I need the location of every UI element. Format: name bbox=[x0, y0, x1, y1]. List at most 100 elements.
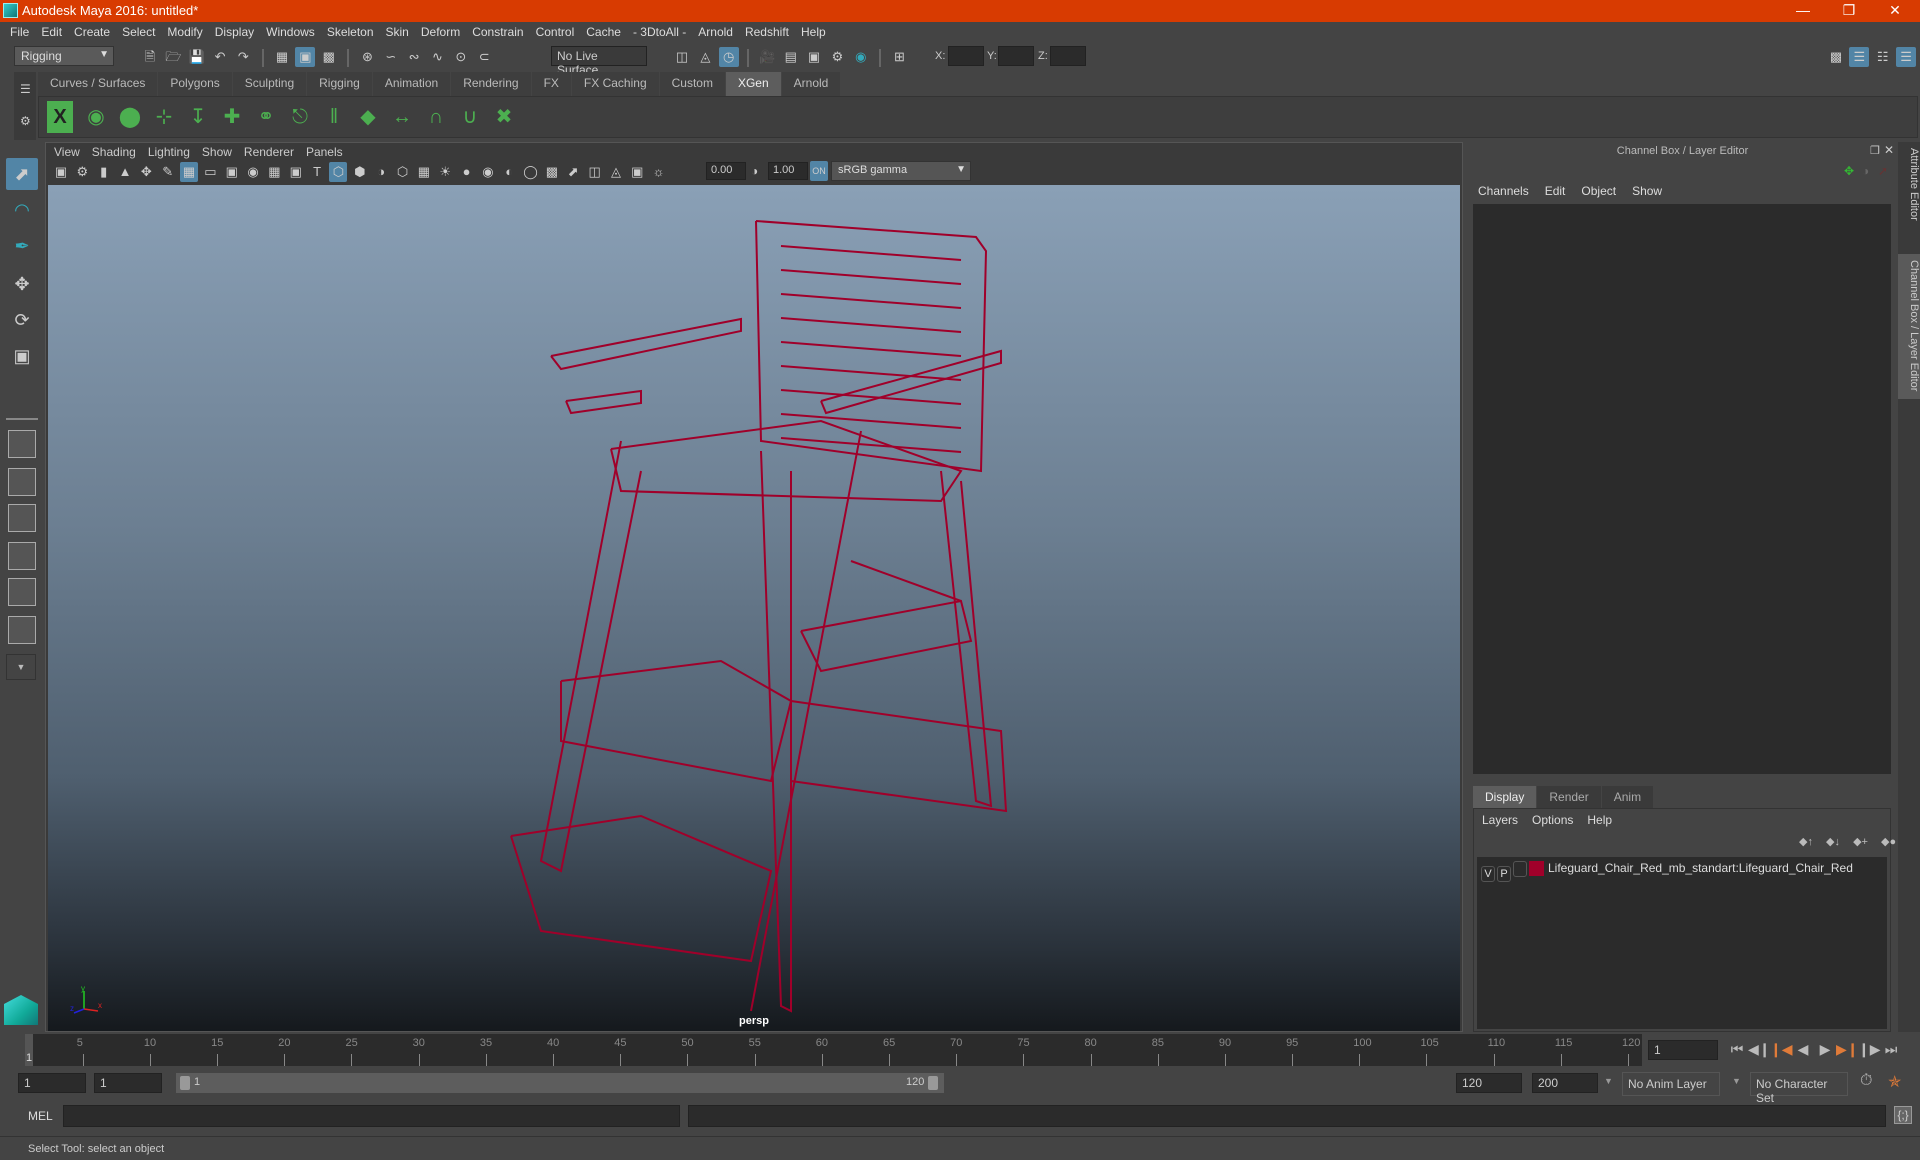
move-tool-icon[interactable]: ✥ bbox=[6, 268, 38, 300]
xray-joints-icon[interactable]: ◬ bbox=[607, 162, 625, 182]
menu-display[interactable]: Display bbox=[209, 22, 260, 43]
command-input[interactable] bbox=[63, 1105, 680, 1127]
grid-toggle-icon[interactable]: ▦ bbox=[180, 162, 199, 182]
wireframe-icon[interactable]: ⬡ bbox=[329, 162, 348, 182]
go-to-start-icon[interactable]: ⏮ bbox=[1726, 1039, 1748, 1059]
layers-menu[interactable]: Layers bbox=[1482, 813, 1526, 827]
help-menu[interactable]: Help bbox=[1587, 813, 1620, 827]
color-management-toggle-icon[interactable]: ON bbox=[810, 161, 828, 181]
exposure-icon[interactable]: ☼ bbox=[650, 162, 668, 182]
xray-components-icon[interactable]: ▣ bbox=[628, 162, 646, 182]
range-slider[interactable]: 1 120 bbox=[176, 1073, 944, 1093]
persp-graph-layout-icon[interactable] bbox=[8, 542, 36, 570]
command-language-label[interactable]: MEL bbox=[28, 1109, 53, 1123]
move-layer-up-icon[interactable]: ◆↑ bbox=[1799, 836, 1813, 848]
step-back-key-icon[interactable]: ❙◀ bbox=[1770, 1039, 1793, 1059]
menu-constrain[interactable]: Constrain bbox=[466, 22, 529, 43]
field-chart-icon[interactable]: ▦ bbox=[265, 162, 283, 182]
menu-modify[interactable]: Modify bbox=[161, 22, 208, 43]
select-guide-icon[interactable]: ⚭ bbox=[251, 101, 281, 133]
camera-attributes-icon[interactable]: ⚙ bbox=[73, 162, 91, 182]
channels-menu[interactable]: Channels bbox=[1470, 182, 1537, 200]
default-material-icon[interactable]: ◑ bbox=[372, 162, 390, 182]
edit-menu[interactable]: Edit bbox=[1537, 182, 1574, 200]
minimize-button[interactable]: — bbox=[1780, 0, 1826, 22]
flip-guides-icon[interactable]: ↔ bbox=[387, 101, 417, 133]
lights-icon[interactable]: ☀ bbox=[436, 162, 454, 182]
current-frame-field[interactable]: 1 bbox=[1648, 1040, 1718, 1060]
smooth-shade-icon[interactable]: ⬢ bbox=[351, 162, 369, 182]
menu-control[interactable]: Control bbox=[530, 22, 581, 43]
ipr-render-icon[interactable]: ▣ bbox=[804, 47, 824, 67]
hyper-icon[interactable]: ➚ bbox=[1878, 164, 1888, 178]
add-guides-icon[interactable]: ⊹ bbox=[149, 101, 179, 133]
range-end-handle[interactable] bbox=[928, 1076, 938, 1090]
attribute-editor-toggle-icon[interactable]: ☰ bbox=[1849, 47, 1870, 67]
options-menu[interactable]: Options bbox=[1532, 813, 1581, 827]
menu-deform[interactable]: Deform bbox=[415, 22, 466, 43]
layer-row[interactable]: V P Lifeguard_Chair_Red_mb_standart:Lifegu… bbox=[1481, 861, 1853, 882]
new-scene-icon[interactable]: 🗎 bbox=[140, 47, 160, 67]
safe-action-icon[interactable]: ▣ bbox=[287, 162, 305, 182]
select-hierarchy-icon[interactable]: ▦ bbox=[272, 47, 292, 67]
channel-box-tab[interactable]: Channel Box / Layer Editor bbox=[1898, 254, 1920, 399]
viewport-menu-renderer[interactable]: Renderer bbox=[238, 143, 300, 159]
shadows-icon[interactable]: ● bbox=[458, 162, 476, 182]
close-panel-icon[interactable]: ✕ bbox=[1884, 143, 1894, 157]
persp-uv-graph-layout-icon[interactable] bbox=[8, 616, 36, 644]
menu-skeleton[interactable]: Skeleton bbox=[321, 22, 380, 43]
grease-pencil-icon[interactable]: ✎ bbox=[159, 162, 177, 182]
script-editor-icon[interactable]: {;} bbox=[1894, 1106, 1912, 1124]
film-gate-icon[interactable]: ▭ bbox=[201, 162, 219, 182]
persp-outliner-layout-icon[interactable] bbox=[8, 504, 36, 532]
rebuild-guide-icon[interactable]: ∩ bbox=[421, 101, 451, 133]
y-field[interactable] bbox=[998, 46, 1034, 66]
float-panel-icon[interactable]: ❐ bbox=[1870, 144, 1880, 157]
four-view-layout-icon[interactable] bbox=[8, 468, 36, 496]
snap-curve-icon[interactable]: ∽ bbox=[381, 47, 401, 67]
motion-blur-icon[interactable]: ◐ bbox=[500, 162, 518, 182]
rotate-tool-icon[interactable]: ⟳ bbox=[6, 304, 38, 336]
shelf-tab-custom[interactable]: Custom bbox=[659, 72, 725, 96]
playback-end-field[interactable]: 120 bbox=[1456, 1073, 1522, 1093]
shelf-menu-icon[interactable]: ☰ bbox=[20, 82, 31, 96]
menu-edit[interactable]: Edit bbox=[35, 22, 68, 43]
step-forward-frame-icon[interactable]: ❙▶ bbox=[1858, 1039, 1881, 1059]
shelf-tab-animation[interactable]: Animation bbox=[372, 72, 451, 96]
more-layouts-icon[interactable]: ▼ bbox=[6, 654, 36, 680]
exposure-field[interactable]: 0.00 bbox=[706, 162, 746, 180]
snap-view-plane-icon[interactable]: ∿ bbox=[427, 47, 447, 67]
attribute-editor-tab[interactable]: Attribute Editor bbox=[1898, 142, 1920, 232]
animation-preferences-icon[interactable]: ✯ bbox=[1888, 1072, 1901, 1092]
guides-to-curves-icon[interactable]: ‖ bbox=[319, 101, 349, 133]
animation-end-field[interactable]: 200 bbox=[1532, 1073, 1598, 1093]
shelf-tab-fx[interactable]: FX bbox=[531, 72, 571, 96]
go-to-end-icon[interactable]: ⏭ bbox=[1880, 1039, 1902, 1059]
menu-arnold[interactable]: Arnold bbox=[692, 22, 739, 43]
scale-tool-icon[interactable]: ▣ bbox=[6, 340, 38, 372]
range-start-handle[interactable] bbox=[180, 1076, 190, 1090]
channel-box-toggle-icon[interactable]: ☰ bbox=[1896, 47, 1917, 67]
paint-select-tool-icon[interactable]: ✒ bbox=[6, 230, 38, 262]
menu-redshift[interactable]: Redshift bbox=[739, 22, 795, 43]
animation-start-field[interactable]: 1 bbox=[18, 1073, 86, 1093]
new-layer-selected-icon[interactable]: ◆● bbox=[1881, 836, 1896, 848]
screen-space-ao-icon[interactable]: ◉ bbox=[479, 162, 497, 182]
play-forwards-icon[interactable]: ▶ bbox=[1814, 1039, 1836, 1059]
shelf-settings-icon[interactable]: ⚙ bbox=[20, 114, 31, 128]
chevron-down-icon[interactable]: ▼ bbox=[1604, 1076, 1613, 1086]
layer-tab-anim[interactable]: Anim bbox=[1601, 786, 1654, 808]
z-field[interactable] bbox=[1050, 46, 1086, 66]
viewport-menu-panels[interactable]: Panels bbox=[300, 143, 349, 159]
auto-key-icon[interactable]: ⏱ bbox=[1860, 1072, 1872, 1090]
xray-icon[interactable]: ◫ bbox=[586, 162, 604, 182]
resolution-gate-icon[interactable]: ▣ bbox=[223, 162, 241, 182]
modeling-toolkit-icon[interactable]: ▩ bbox=[1826, 47, 1846, 67]
tool-settings-icon[interactable]: ☷ bbox=[1873, 47, 1893, 67]
layer-playback-toggle[interactable]: P bbox=[1497, 866, 1511, 882]
lock-guide-icon[interactable]: ⎋ bbox=[285, 101, 315, 133]
close-button[interactable]: ✕ bbox=[1872, 0, 1918, 22]
restore-button[interactable]: ❐ bbox=[1826, 0, 1872, 22]
single-perspective-layout-icon[interactable] bbox=[8, 430, 36, 458]
menu-skin[interactable]: Skin bbox=[380, 22, 415, 43]
